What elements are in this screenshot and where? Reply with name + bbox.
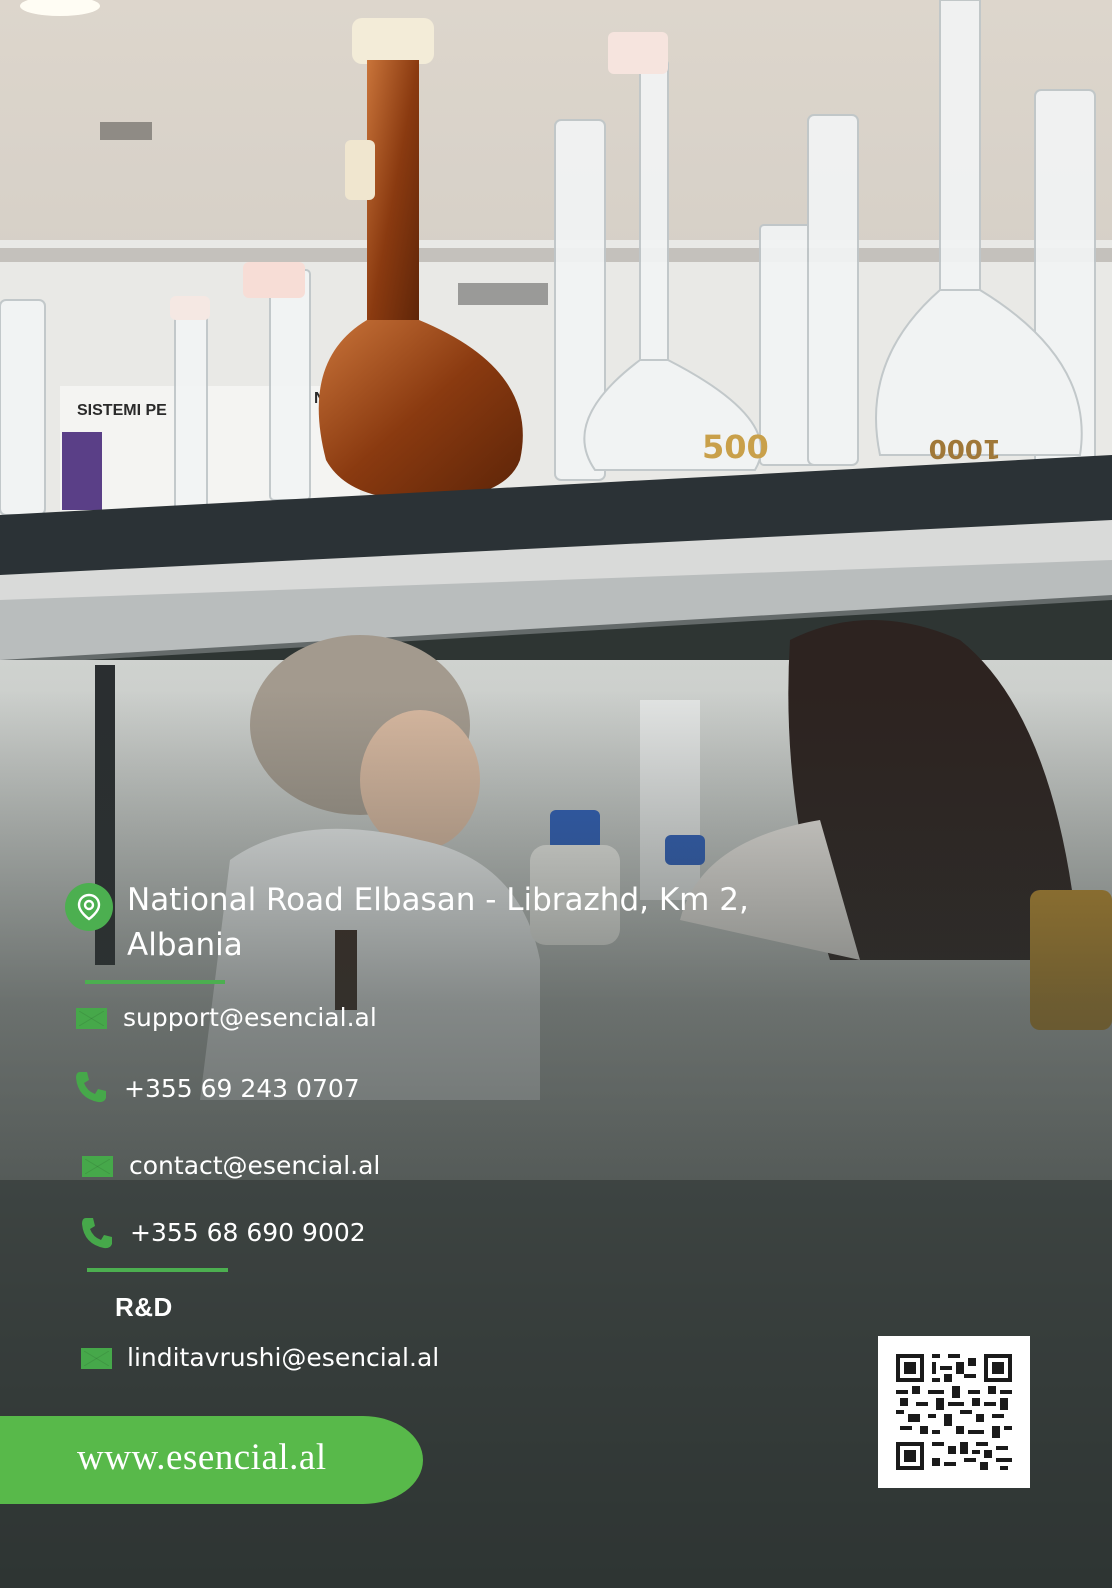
phone-2-link[interactable]: +355 68 690 9002 [130,1217,366,1249]
mail-icon [81,1348,112,1369]
phone-1-link[interactable]: +355 69 243 0707 [124,1073,360,1105]
phone-icon [76,1072,106,1103]
website-link[interactable]: www.esencial.al [77,1436,327,1480]
mail-icon [76,1008,107,1029]
phone-icon [82,1218,112,1249]
support-email-link[interactable]: support@esencial.al [123,1002,377,1034]
divider-1 [85,980,225,984]
wall-sign-text: SISTEMI PE [77,402,167,419]
rd-label: R&D [115,1292,173,1322]
brochure-back-page: SISTEMI PE NTE 500 1000 [0,0,1112,1588]
mail-icon [82,1156,113,1177]
flask-label-500: 500 [702,428,769,466]
flask-label-1000: 1000 [929,433,1001,463]
divider-2 [87,1268,228,1272]
address: National Road Elbasan - Librazhd, Km 2, … [127,878,767,968]
address-line-2: Albania [127,927,243,963]
contact-email-link[interactable]: contact@esencial.al [129,1150,380,1182]
rd-email-link[interactable]: linditavrushi@esencial.al [127,1342,439,1374]
address-line-1: National Road Elbasan - Librazhd, Km 2, [127,882,749,918]
location-pin-icon [65,883,113,931]
qr-code[interactable] [878,1336,1030,1488]
